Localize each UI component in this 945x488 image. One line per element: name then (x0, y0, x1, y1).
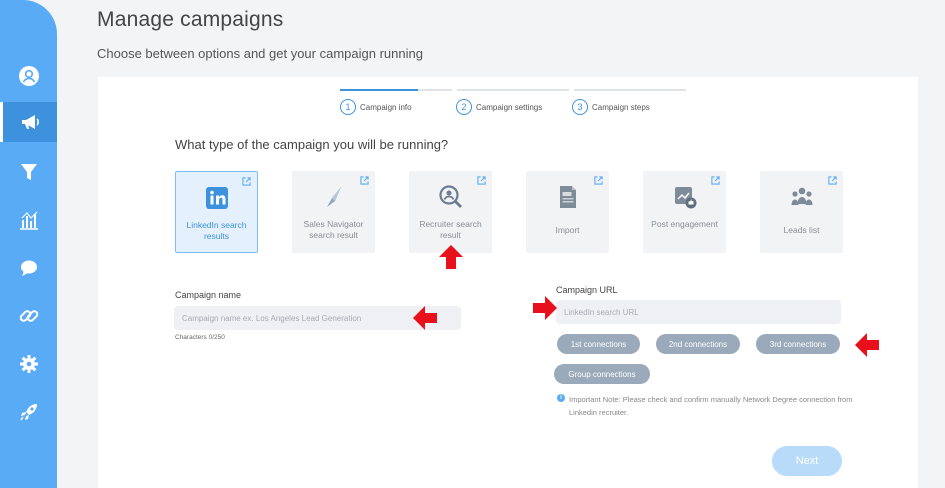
type-card-label: LinkedIn search results (186, 220, 247, 241)
sidebar-item-campaigns[interactable] (0, 102, 57, 142)
sidebar-item-links[interactable] (0, 296, 57, 336)
step-label: Campaign settings (476, 102, 543, 112)
external-link-icon (477, 176, 486, 185)
step-progress-fill (340, 89, 419, 91)
sidebar-item-settings[interactable] (0, 344, 57, 384)
important-note: Important Note: Please check and confirm… (569, 395, 853, 417)
external-link-icon (242, 177, 251, 186)
sidebar-item-launch[interactable] (0, 392, 57, 432)
campaign-type-question: What type of the campaign you will be ru… (175, 137, 449, 152)
up-arrow-icon (439, 245, 463, 269)
sidebar-item-profile[interactable] (0, 56, 57, 96)
character-counter: Characters 0/250 (175, 334, 225, 341)
campaign-form-card: 1 Campaign info 2 Campaign settings 3 Ca… (98, 77, 918, 488)
step-campaign-info[interactable]: 1 Campaign info (340, 99, 412, 115)
step-number: 1 (340, 99, 356, 115)
rocket-icon (19, 404, 37, 421)
recruiter-search-icon (438, 185, 462, 208)
step-campaign-steps[interactable]: 3 Campaign steps (572, 99, 650, 115)
type-card-label: Import (555, 225, 580, 235)
sidebar-item-messages[interactable] (0, 248, 57, 288)
user-icon (18, 66, 39, 86)
stepper: 1 Campaign info 2 Campaign settings 3 Ca… (340, 89, 688, 119)
type-card-label: Post engagement (651, 219, 718, 229)
step-progress-2 (457, 89, 569, 91)
step-label: Campaign steps (592, 102, 650, 112)
third-connections-chip[interactable]: 3rd connections (756, 334, 840, 354)
type-card-sales-navigator[interactable]: Sales Navigator search result (292, 171, 375, 253)
sidebar (0, 0, 57, 488)
megaphone-icon (22, 115, 39, 129)
compass-icon (326, 187, 341, 207)
step-progress-1 (340, 89, 452, 91)
step-campaign-settings[interactable]: 2 Campaign settings (456, 99, 542, 115)
info-icon: i (557, 394, 565, 402)
step-number: 3 (572, 99, 588, 115)
gear-icon (19, 355, 38, 373)
left-arrow-icon (855, 333, 879, 357)
group-icon (791, 187, 812, 205)
external-link-icon (594, 176, 603, 185)
external-link-icon (711, 176, 720, 185)
type-card-post-engagement[interactable]: Post engagement (643, 171, 726, 253)
group-connections-chip[interactable]: Group connections (554, 364, 650, 384)
type-card-label: Leads list (783, 225, 820, 235)
type-card-import[interactable]: Import (526, 171, 609, 253)
campaign-name-label: Campaign name (175, 290, 242, 300)
type-card-label: Recruiter search result (419, 219, 482, 240)
campaign-url-input[interactable] (556, 300, 841, 324)
sidebar-item-filter[interactable] (0, 152, 57, 192)
analytics-icon (19, 211, 38, 230)
step-label: Campaign info (360, 102, 412, 112)
step-progress-3 (574, 89, 686, 91)
external-link-icon (360, 176, 369, 185)
page-subtitle: Choose between options and get your camp… (97, 46, 423, 61)
second-connections-chip[interactable]: 2nd connections (656, 334, 740, 354)
campaign-url-label: Campaign URL (556, 285, 618, 295)
left-arrow-icon (413, 306, 437, 330)
filter-icon (20, 164, 37, 180)
type-card-linkedin-search[interactable]: LinkedIn search results (175, 171, 258, 253)
type-card-label: Sales Navigator search result (303, 219, 364, 240)
next-button[interactable]: Next (772, 446, 842, 476)
type-card-leads-list[interactable]: Leads list (760, 171, 843, 253)
type-card-recruiter-search[interactable]: Recruiter search result (409, 171, 492, 253)
csv-file-icon (559, 186, 576, 208)
step-number: 2 (456, 99, 472, 115)
sidebar-item-analytics[interactable] (0, 200, 57, 240)
post-engagement-icon (674, 187, 696, 209)
external-link-icon (828, 176, 837, 185)
link-icon (19, 310, 38, 322)
right-arrow-icon (533, 296, 557, 320)
linkedin-icon (205, 187, 228, 209)
chat-icon (20, 260, 37, 276)
page-title: Manage campaigns (97, 8, 284, 31)
first-connections-chip[interactable]: 1st connections (557, 334, 640, 354)
